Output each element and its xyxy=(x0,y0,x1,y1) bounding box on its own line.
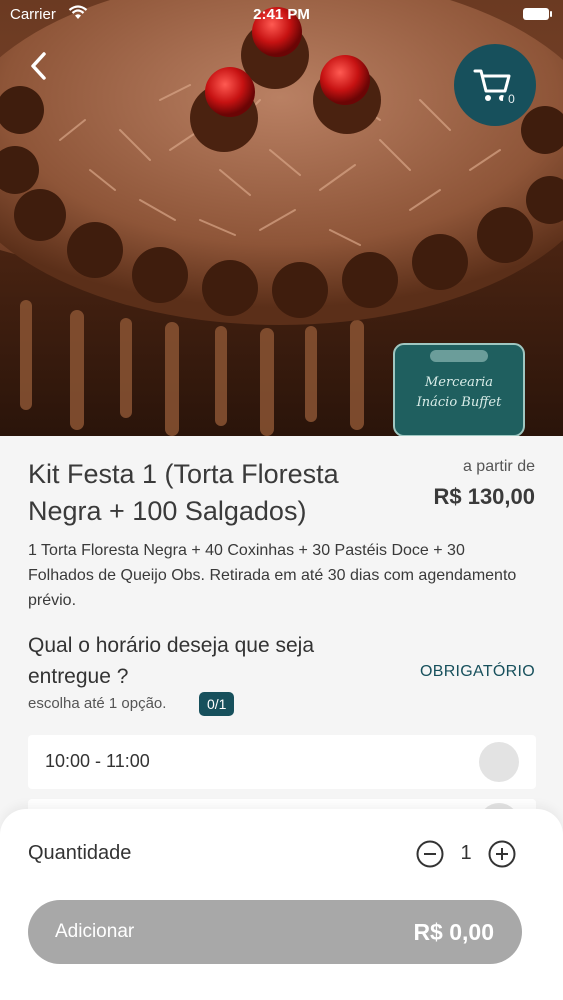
option-row[interactable]: 10:00 - 11:00 xyxy=(28,735,536,789)
option-radio[interactable] xyxy=(479,742,519,782)
add-button-label: Adicionar xyxy=(55,921,135,942)
store-logo: Mercearia Inácio Buffet xyxy=(393,343,525,436)
plus-circle-icon xyxy=(488,840,516,868)
quantity-value: 1 xyxy=(460,842,472,864)
option-label: 10:00 - 11:00 xyxy=(45,751,150,771)
chevron-left-icon xyxy=(31,52,46,80)
bottom-sheet: Quantidade 1 Adicionar R$ 0,00 xyxy=(0,809,563,1000)
status-bar: Carrier 2:41 PM xyxy=(0,0,563,30)
minus-circle-icon xyxy=(416,840,444,868)
product-description: 1 Torta Floresta Negra + 40 Coxinhas + 3… xyxy=(28,542,517,609)
quantity-decrease-button[interactable] xyxy=(416,840,444,868)
add-to-cart-button[interactable]: Adicionar R$ 0,00 xyxy=(28,900,522,964)
product-title: Kit Festa 1 (Torta Floresta Negra + 100 … xyxy=(28,459,339,526)
quantity-increase-button[interactable] xyxy=(488,840,516,868)
selection-counter-badge: 0/1 xyxy=(199,692,235,716)
cart-count-badge: 0 xyxy=(503,91,520,108)
status-time: 2:41 PM xyxy=(253,6,310,23)
cart-button[interactable]: 0 xyxy=(454,44,536,126)
question-hint: escolha até 1 opção. xyxy=(28,695,167,712)
svg-text:Inácio Buffet: Inácio Buffet xyxy=(416,395,502,410)
back-button[interactable] xyxy=(22,48,58,84)
product-price: R$ 130,00 xyxy=(433,484,535,509)
quantity-label: Quantidade xyxy=(28,842,132,864)
required-label: OBRIGATÓRIO xyxy=(419,663,535,680)
svg-text:Mercearia: Mercearia xyxy=(424,375,493,390)
question-title: Qual o horário deseja que seja entregue … xyxy=(28,634,315,688)
price-prefix: a partir de xyxy=(462,458,535,475)
add-button-total: R$ 0,00 xyxy=(413,919,494,945)
battery-icon xyxy=(523,8,552,20)
